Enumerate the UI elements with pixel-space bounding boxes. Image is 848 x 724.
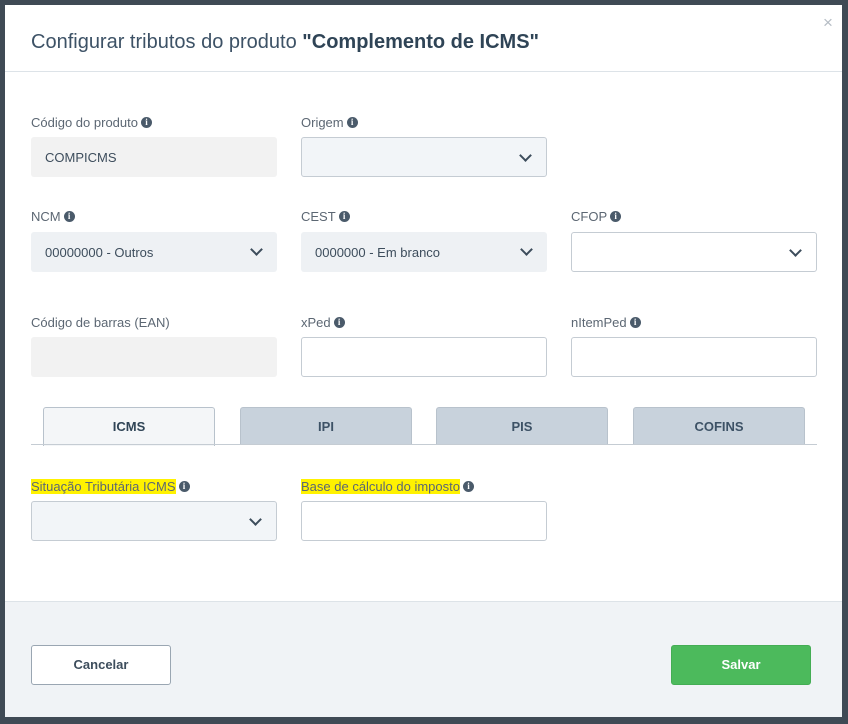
header-divider (5, 71, 842, 72)
info-icon[interactable]: i (346, 117, 358, 128)
cest-value: 0000000 - Em branco (315, 245, 441, 260)
chevron-down-icon (519, 149, 532, 162)
info-icon[interactable]: i (63, 211, 75, 222)
cfop-label: CFOP i (571, 209, 622, 225)
base-calculo-input[interactable] (301, 501, 547, 541)
chevron-down-icon (520, 243, 533, 256)
ncm-select[interactable]: 00000000 - Outros (31, 232, 277, 272)
nitemped-input[interactable] (571, 337, 817, 377)
info-icon[interactable]: i (333, 317, 345, 328)
cancel-button[interactable]: Cancelar (31, 645, 171, 685)
tab-icms[interactable]: ICMS (43, 407, 215, 446)
cest-label: CEST i (301, 209, 350, 225)
codigo-produto-value: COMPICMS (45, 150, 117, 165)
save-button[interactable]: Salvar (671, 645, 811, 685)
origem-label: Origem i (301, 115, 358, 131)
situacao-icms-select[interactable] (31, 501, 277, 541)
xped-input[interactable] (301, 337, 547, 377)
info-icon[interactable]: i (610, 211, 622, 222)
ncm-label: NCM i (31, 209, 75, 225)
tab-cofins[interactable]: COFINS (633, 407, 805, 445)
modal-title: Configurar tributos do produto "Compleme… (31, 31, 539, 54)
codigo-produto-label: Código do produto i (31, 115, 152, 131)
codigo-barras-label: Código de barras (EAN) (31, 315, 170, 330)
info-icon[interactable]: i (629, 317, 641, 328)
tax-config-modal: × Configurar tributos do produto "Comple… (5, 5, 842, 717)
situacao-icms-label: Situação Tributária ICMS i (31, 479, 190, 495)
close-icon[interactable]: × (821, 14, 835, 31)
base-calculo-label: Base de cálculo do imposto i (301, 479, 474, 495)
chevron-down-icon (250, 243, 263, 256)
codigo-produto-field: COMPICMS (31, 137, 277, 177)
ncm-value: 00000000 - Outros (45, 245, 154, 260)
cest-select[interactable]: 0000000 - Em branco (301, 232, 547, 272)
title-product-name: "Complemento de ICMS" (302, 31, 540, 53)
origem-select[interactable] (301, 137, 547, 177)
modal-footer: Cancelar Salvar (5, 601, 842, 717)
xped-label: xPed i (301, 315, 345, 331)
chevron-down-icon (789, 244, 802, 257)
tab-ipi[interactable]: IPI (240, 407, 412, 445)
codigo-barras-field (31, 337, 277, 377)
info-icon[interactable]: i (178, 481, 190, 492)
info-icon[interactable]: i (140, 117, 152, 128)
chevron-down-icon (249, 513, 262, 526)
info-icon[interactable]: i (338, 211, 350, 222)
info-icon[interactable]: i (462, 481, 474, 492)
title-prefix: Configurar tributos do produto (31, 31, 303, 53)
nitemped-label: nItemPed i (571, 315, 641, 331)
tab-divider (31, 444, 817, 445)
tab-pis[interactable]: PIS (436, 407, 608, 445)
cfop-select[interactable] (571, 232, 817, 272)
